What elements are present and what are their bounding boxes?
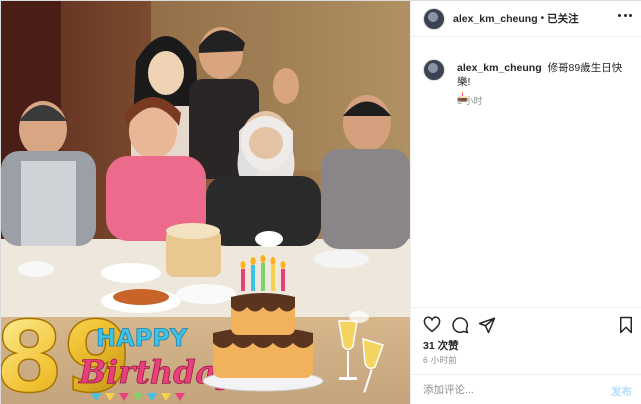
avatar[interactable] [423, 7, 445, 30]
caption-avatar[interactable] [423, 59, 445, 81]
caption-username[interactable]: alex_km_cheung [457, 62, 542, 74]
post-time[interactable]: 6 小时前 [423, 354, 457, 366]
comment-input[interactable] [423, 381, 593, 399]
action-bar [411, 307, 641, 341]
share-icon[interactable] [478, 316, 496, 334]
follow-status-button[interactable]: 已关注 [547, 11, 579, 26]
separator-dot: • [540, 13, 545, 24]
post-header: alex_km_cheung • 已关注 [411, 1, 641, 37]
more-options-icon[interactable] [618, 14, 632, 18]
instagram-post: 89 HAPPY Birthday alex_km_cheung • 已关注 a… [0, 0, 641, 404]
caption-body: alex_km_cheung 修哥89歲生日快樂! [457, 61, 635, 106]
happy-text: HAPPY [96, 324, 188, 352]
bookmark-icon[interactable] [617, 316, 635, 334]
heart-icon[interactable] [423, 316, 441, 334]
post-side-panel: alex_km_cheung • 已关注 alex_km_cheung 修哥89… [410, 1, 641, 404]
post-photo[interactable]: 89 HAPPY Birthday [1, 1, 410, 404]
likes-count[interactable]: 31 次赞 [423, 338, 459, 353]
add-comment-bar: 发布 [411, 374, 641, 404]
comment-icon[interactable] [451, 316, 469, 334]
post-comment-button[interactable]: 发布 [611, 384, 632, 399]
birthday-party-photo: 89 HAPPY Birthday [1, 1, 410, 404]
header-username[interactable]: alex_km_cheung [453, 13, 538, 25]
caption-time: 6 小时 [457, 96, 483, 106]
